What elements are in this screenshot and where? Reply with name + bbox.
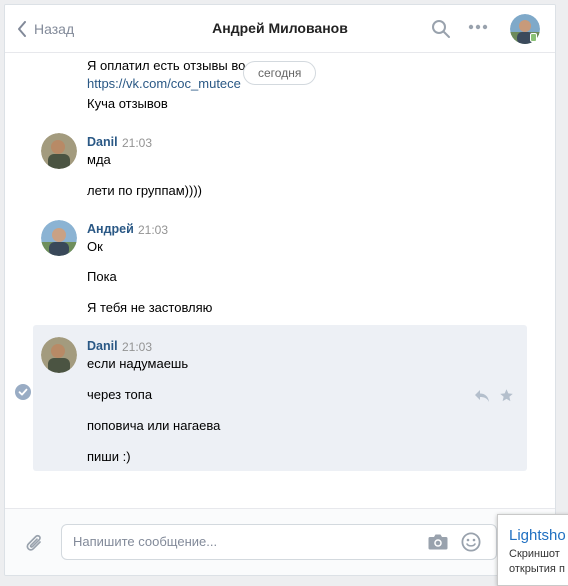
lightshot-tooltip[interactable]: Lightsho Скриншот открытия п (497, 514, 568, 586)
sender-name[interactable]: Danil (87, 135, 118, 149)
message-time: 21:03 (122, 340, 153, 354)
reply-icon[interactable] (474, 389, 490, 403)
message-text: Куча отзывов (87, 96, 168, 111)
message-text: Ок (87, 239, 103, 254)
message-text: мда (87, 152, 111, 167)
more-icon[interactable] (468, 24, 488, 30)
online-indicator (530, 33, 537, 42)
message-text: пиши :) (87, 449, 131, 464)
message-text: Я оплатил есть отзывы во (87, 58, 246, 73)
check-circle-icon[interactable] (15, 384, 31, 400)
lightshot-line: открытия п (509, 563, 565, 575)
sender-name[interactable]: Андрей (87, 222, 134, 236)
message-text: Пока (87, 269, 117, 284)
message-text: поповича или нагаева (87, 418, 221, 433)
message-text: лети по группам)))) (87, 183, 202, 198)
smile-icon[interactable] (461, 532, 481, 552)
message-link[interactable]: https://vk.com/coc_mutece (87, 76, 241, 92)
message-text: через топа (87, 387, 153, 402)
message-text: если надумаешь (87, 356, 189, 371)
lightshot-title: Lightsho (509, 527, 566, 544)
star-icon[interactable] (499, 388, 514, 403)
camera-icon[interactable] (428, 533, 448, 550)
message-time: 21:03 (122, 136, 153, 150)
sender-avatar[interactable] (41, 220, 77, 256)
message-history[interactable]: Я оплатил есть отзывы во https://vk.com/… (5, 53, 555, 508)
sender-avatar[interactable] (41, 337, 77, 373)
message-text: Я тебя не застовляю (87, 300, 213, 315)
sender-avatar[interactable] (41, 133, 77, 169)
sender-name[interactable]: Danil (87, 339, 118, 353)
message-composer: Напишите сообщение... (5, 508, 555, 575)
lightshot-line: Скриншот (509, 548, 560, 560)
chat-header: Назад Андрей Милованов (5, 5, 555, 53)
chat-window: Назад Андрей Милованов Я оплатил есть от… (4, 4, 556, 576)
paperclip-icon[interactable] (25, 533, 45, 555)
date-divider: сегодня (243, 61, 317, 85)
message-time: 21:03 (138, 223, 169, 237)
search-icon[interactable] (431, 19, 451, 39)
